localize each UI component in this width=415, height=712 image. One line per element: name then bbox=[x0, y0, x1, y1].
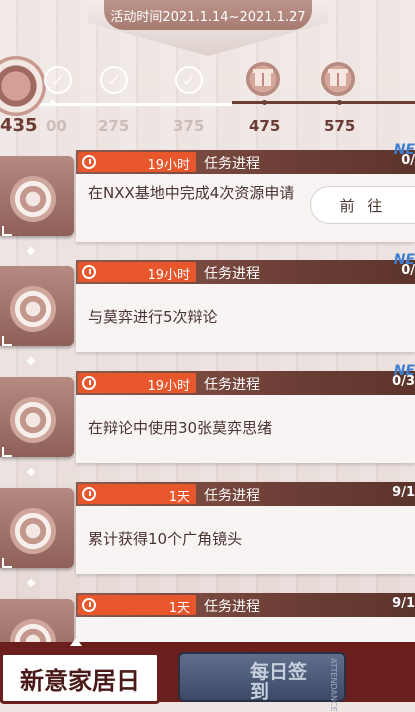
event-time-label: 活动时间2021.1.14~2021.1.27 bbox=[110, 10, 306, 25]
task-description: 累计获得10个广角镜头 bbox=[88, 530, 243, 548]
progress-node bbox=[337, 100, 342, 105]
milestone-gift-icon[interactable] bbox=[321, 62, 355, 96]
task-header: 19小时 任务进程 0/ NE bbox=[76, 142, 415, 174]
tab-daily-signin-sublabel: ATTENDANCE bbox=[329, 658, 338, 712]
tab-home-day[interactable]: 新意家居日 bbox=[0, 652, 160, 704]
task-icon-frame bbox=[0, 156, 74, 236]
task-header: 19小时 任务进程 0/3 NE bbox=[76, 363, 415, 395]
time-remaining: 19小时 bbox=[147, 379, 190, 394]
progress-label: 任务进程 bbox=[204, 156, 260, 172]
progress-value: 9/1 bbox=[392, 485, 415, 500]
time-remaining: 1天 bbox=[168, 601, 190, 616]
tab-home-day-label: 新意家居日 bbox=[20, 665, 140, 695]
task-badge-icon bbox=[10, 508, 56, 554]
task-header: 1天 任务进程 9/1 bbox=[76, 593, 415, 617]
task-description: 与莫弈进行5次辩论 bbox=[88, 308, 218, 326]
new-badge: NE bbox=[393, 363, 415, 379]
current-points-value: 435 bbox=[0, 115, 38, 136]
task-badge-icon bbox=[10, 397, 56, 443]
task-card: 19小时 任务进程 0/ NE 与莫弈进行5次辩论 bbox=[0, 252, 415, 358]
task-card: 19小时 任务进程 0/3 NE 在辩论中使用30张莫弈思绪 bbox=[0, 363, 415, 469]
task-icon-frame bbox=[0, 266, 74, 346]
milestone-gift-icon[interactable] bbox=[246, 62, 280, 96]
task-card: 1天 任务进程 9/1 累计获得10个广角镜头 bbox=[0, 482, 415, 580]
time-remaining: 19小时 bbox=[147, 158, 190, 173]
tab-daily-signin-label: 每日签到 bbox=[250, 661, 308, 703]
milestone-value: 275 bbox=[98, 117, 130, 135]
clock-icon bbox=[82, 376, 96, 390]
milestone-value: 00 bbox=[46, 117, 67, 135]
time-remaining: 1天 bbox=[168, 490, 190, 505]
new-badge: NE bbox=[393, 142, 415, 158]
tab-daily-signin[interactable]: 每日签到 ATTENDANCE bbox=[178, 652, 346, 712]
task-icon-frame bbox=[0, 377, 74, 457]
corner-mark-icon bbox=[2, 558, 12, 568]
active-tab-arrow-icon bbox=[70, 638, 82, 646]
progress-node bbox=[50, 100, 55, 105]
time-remaining-pill: 19小时 bbox=[78, 152, 196, 173]
task-card: 19小时 任务进程 0/ NE 在NXX基地中完成4次资源申请 前 往 bbox=[0, 142, 415, 248]
task-description: 在NXX基地中完成4次资源申请 bbox=[88, 184, 295, 202]
go-button[interactable]: 前 往 bbox=[310, 186, 415, 224]
task-description: 在辩论中使用30张莫弈思绪 bbox=[88, 419, 273, 437]
clock-icon bbox=[82, 265, 96, 279]
progress-label: 任务进程 bbox=[204, 266, 260, 282]
milestone-value: 575 bbox=[324, 117, 356, 135]
new-badge: NE bbox=[393, 252, 415, 268]
milestone-claimed-check-icon[interactable]: ✓ bbox=[175, 66, 203, 94]
task-badge-icon bbox=[10, 176, 56, 222]
time-remaining-pill: 19小时 bbox=[78, 262, 196, 283]
corner-mark-icon bbox=[2, 226, 12, 236]
progress-label: 任务进程 bbox=[204, 599, 260, 615]
clock-icon bbox=[82, 155, 96, 169]
task-badge-icon bbox=[10, 286, 56, 332]
progress-track-remaining bbox=[232, 101, 415, 104]
milestone-claimed-check-icon[interactable]: ✓ bbox=[100, 66, 128, 94]
clock-icon bbox=[82, 598, 96, 612]
clock-icon bbox=[82, 487, 96, 501]
progress-value: 9/1 bbox=[392, 596, 415, 611]
progress-label: 任务进程 bbox=[204, 377, 260, 393]
progress-label: 任务进程 bbox=[204, 488, 260, 504]
time-remaining-pill: 19小时 bbox=[78, 373, 196, 394]
milestone-claimed-check-icon[interactable]: ✓ bbox=[44, 66, 72, 94]
corner-mark-icon bbox=[2, 336, 12, 346]
progress-node bbox=[262, 100, 267, 105]
corner-mark-icon bbox=[2, 447, 12, 457]
task-header: 19小时 任务进程 0/ NE bbox=[76, 252, 415, 284]
milestone-value: 375 bbox=[173, 117, 205, 135]
time-remaining-pill: 1天 bbox=[78, 595, 196, 616]
time-remaining-pill: 1天 bbox=[78, 484, 196, 505]
time-remaining: 19小时 bbox=[147, 268, 190, 283]
task-header: 1天 任务进程 9/1 bbox=[76, 482, 415, 506]
task-icon-frame bbox=[0, 488, 74, 568]
milestone-value: 475 bbox=[249, 117, 281, 135]
